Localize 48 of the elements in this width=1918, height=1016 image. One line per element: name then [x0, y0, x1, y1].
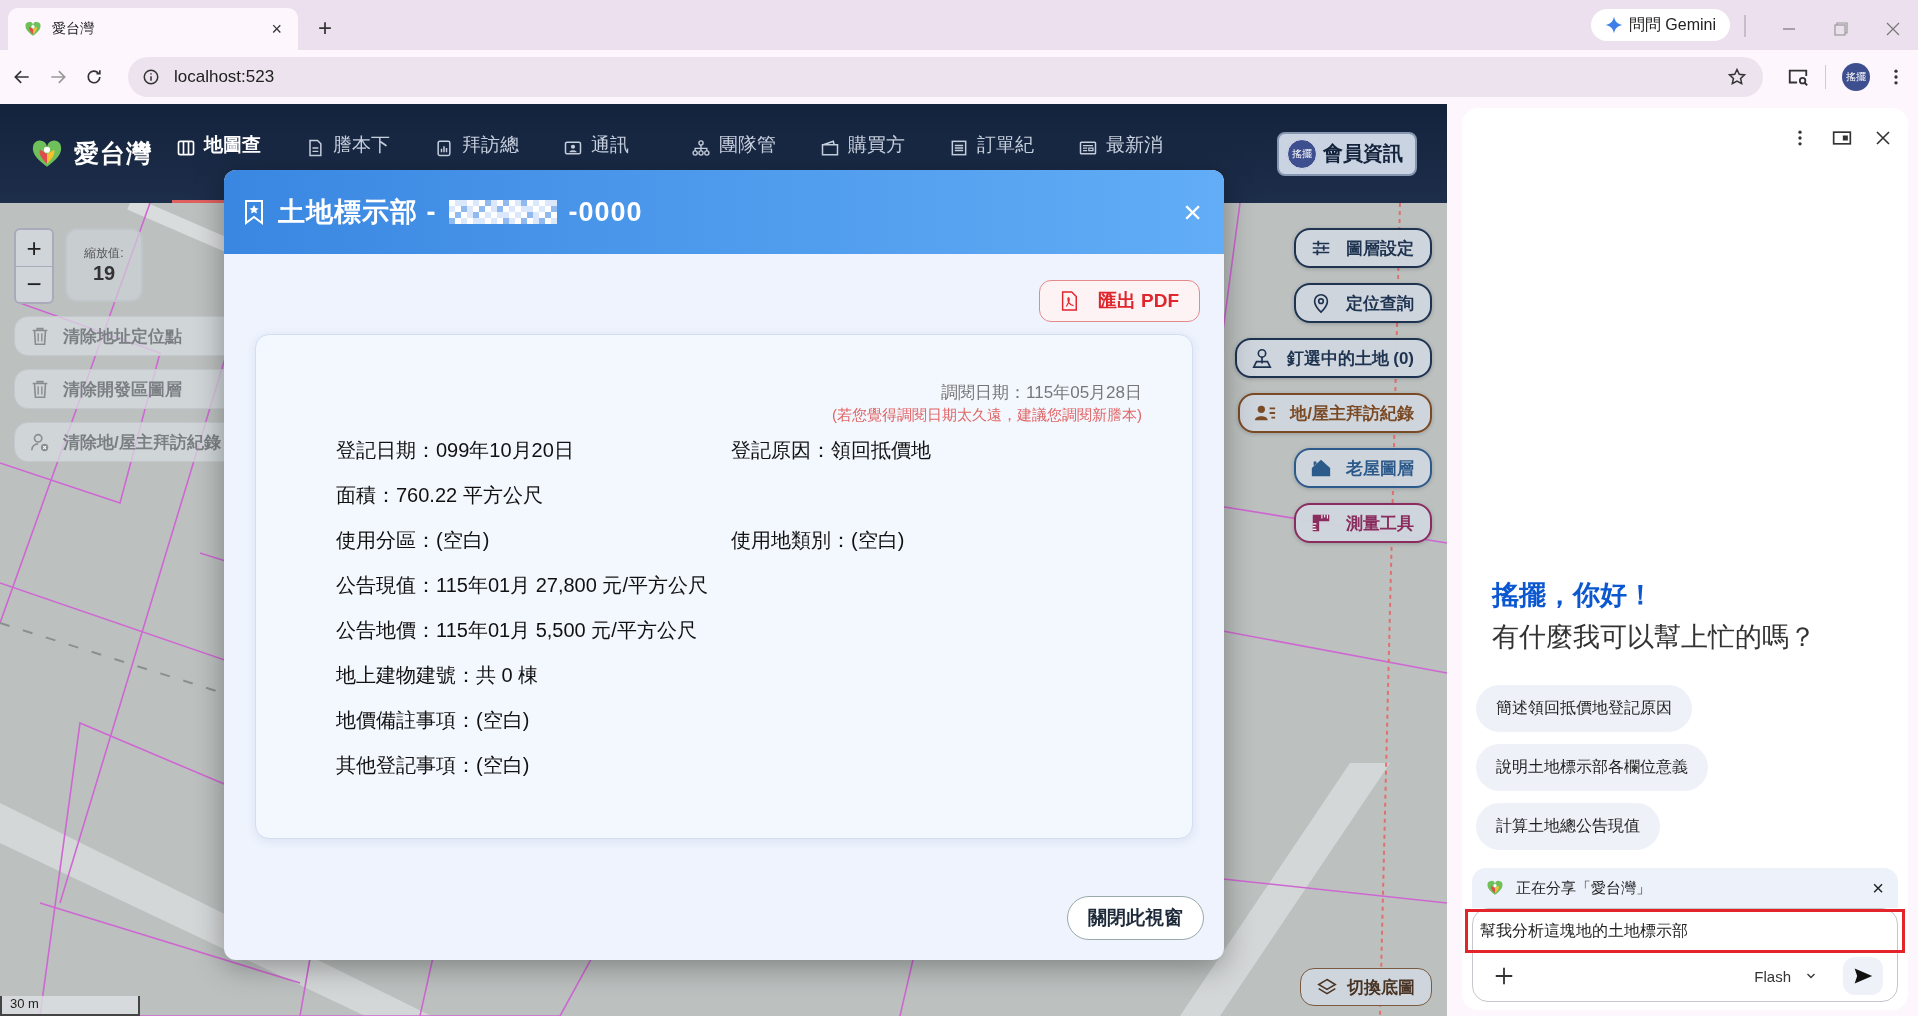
- field-text: 地價備註事項：(空白): [336, 707, 531, 733]
- member-button[interactable]: 搖擺 會員資訊: [1277, 131, 1417, 176]
- nav-link[interactable]: 最新消: [1074, 104, 1167, 203]
- suggestion-chip[interactable]: 說明土地標示部各欄位意義: [1476, 744, 1708, 791]
- greeting-name: 搖擺，你好！: [1490, 579, 1655, 612]
- scale-bar: 30 m: [0, 996, 140, 1016]
- suggestion-chip[interactable]: 計算土地總公告現值: [1476, 803, 1660, 850]
- message-field[interactable]: 幫我分析這塊地的土地標示部: [1465, 909, 1905, 953]
- suggestion-chip[interactable]: 簡述領回抵價地登記原因: [1476, 685, 1692, 732]
- map-tool-button[interactable]: 定位查詢: [1294, 283, 1432, 323]
- map-tool-button[interactable]: 釘選中的土地 (0): [1234, 338, 1432, 378]
- user-avatar: 搖擺: [1287, 138, 1317, 169]
- gemini-button[interactable]: 問問 Gemini: [1590, 9, 1730, 41]
- field-text: 使用分區：(空白): [336, 527, 491, 553]
- field-text: 登記原因：領回抵價地: [731, 437, 931, 463]
- brand-name: 愛台灣: [74, 138, 152, 169]
- field-text: 公告地價：115年01月 5,500 元/平方公尺: [336, 617, 698, 643]
- basemap-button[interactable]: 切換底圖: [1300, 968, 1432, 1006]
- field-text: 公告現值：115年01月 27,800 元/平方公尺: [336, 572, 709, 598]
- field-text: 登記日期：099年10月20日: [336, 437, 575, 463]
- zoom-label: 縮放值:: [84, 245, 124, 262]
- field-text: 面積：760.22 平方公尺: [336, 482, 544, 508]
- browser-tab[interactable]: 愛台灣 ×: [8, 8, 298, 50]
- model-dropdown[interactable]: Flash: [1748, 966, 1823, 986]
- notice-text: (若您覺得調閱日期太久遠，建議您調閱新謄本): [832, 406, 1142, 425]
- zoom-out-button[interactable]: −: [16, 266, 52, 302]
- field-text: 使用地類別：(空白): [731, 527, 905, 553]
- nav-link[interactable]: 購買方: [816, 104, 909, 203]
- map-tool-button[interactable]: 老屋圖層: [1294, 448, 1432, 488]
- field-text: 地上建物建號：共 0 棟: [336, 662, 540, 688]
- field-text: 其他登記事項：(空白): [336, 752, 531, 778]
- sharing-text: 正在分享「愛台灣」: [1516, 878, 1652, 898]
- nav-link[interactable]: 訂單紀: [945, 104, 1038, 203]
- zoom-value: 19: [92, 262, 116, 285]
- export-pdf-button[interactable]: 匯出 PDF: [1038, 280, 1200, 322]
- nav-link[interactable]: 團隊管: [687, 104, 780, 203]
- address-bar[interactable]: localhost:523: [128, 57, 1763, 97]
- map-tool-button[interactable]: 地/屋主拜訪紀錄: [1238, 393, 1432, 433]
- map-tool-button[interactable]: 圖層設定: [1294, 228, 1432, 268]
- zoom-in-button[interactable]: +: [16, 230, 52, 266]
- greeting-text: 有什麼我可以幫上忙的嗎？: [1491, 621, 1817, 654]
- new-tab-button[interactable]: +: [312, 14, 338, 42]
- query-date: 調閱日期：115年05月28日: [941, 382, 1142, 404]
- map-tool-button[interactable]: 測量工具: [1294, 503, 1432, 543]
- profile-avatar[interactable]: 搖擺: [1842, 63, 1870, 91]
- stop-sharing-button[interactable]: ×: [1872, 876, 1884, 900]
- close-window-button[interactable]: 關閉此視窗: [1067, 896, 1204, 940]
- close-tab-button[interactable]: ×: [267, 18, 286, 40]
